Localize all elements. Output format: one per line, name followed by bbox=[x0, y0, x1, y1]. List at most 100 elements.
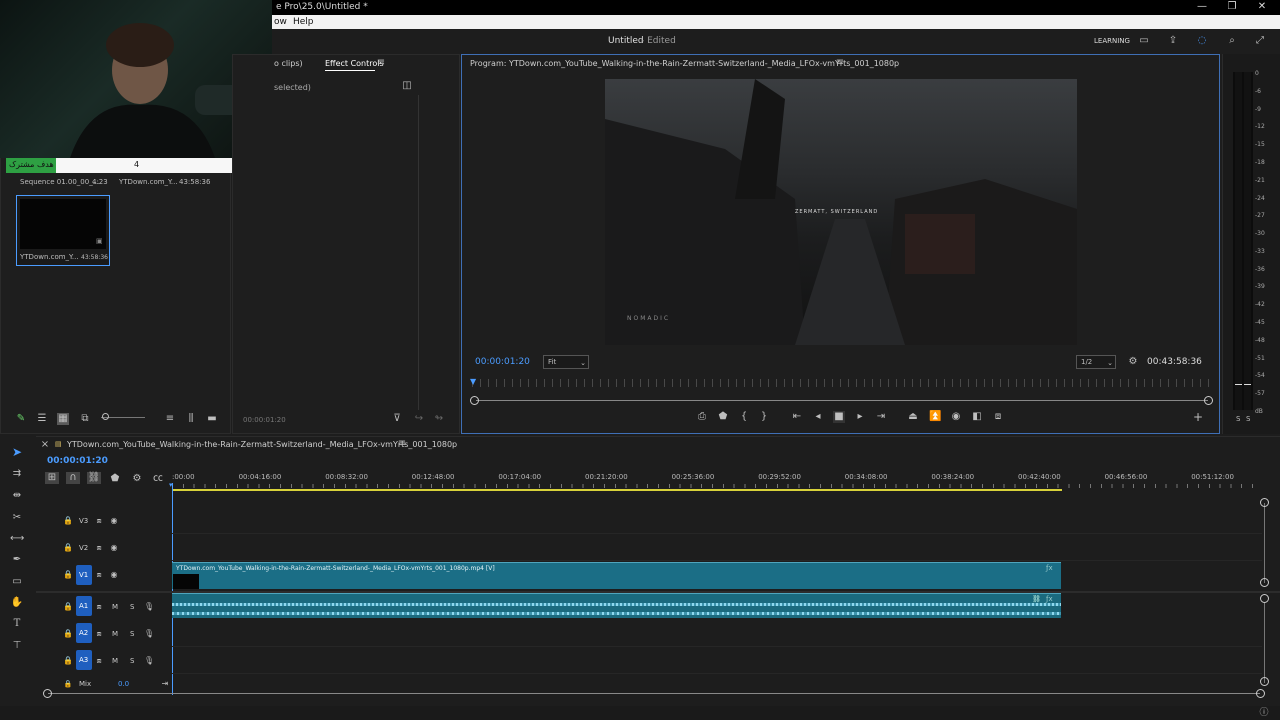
lock-icon[interactable]: 🔒 bbox=[63, 542, 73, 554]
track-a2[interactable] bbox=[172, 620, 1262, 647]
solo-button[interactable]: S bbox=[130, 603, 134, 611]
list-view-icon[interactable]: ☰ bbox=[36, 413, 48, 425]
menu-icon[interactable]: ≡ bbox=[397, 438, 407, 450]
zoom-handle-left[interactable] bbox=[470, 396, 479, 405]
timeline-timecode[interactable]: 00:00:01:20 bbox=[47, 456, 108, 466]
close-tab-icon[interactable]: × bbox=[40, 439, 50, 451]
fit-dropdown[interactable]: Fit ⌄ bbox=[543, 355, 589, 369]
new-bin-icon[interactable]: ▬ bbox=[206, 413, 218, 425]
multicam-icon[interactable]: ⧈ bbox=[992, 411, 1004, 423]
wrench-icon[interactable]: ⚙ bbox=[1127, 356, 1139, 368]
work-area-bar[interactable] bbox=[172, 489, 1062, 491]
export-icon[interactable]: ↪ bbox=[413, 413, 425, 425]
stop-icon[interactable]: ■ bbox=[833, 411, 845, 423]
ripple-edit-tool-icon[interactable]: ⇹ bbox=[10, 490, 24, 502]
panel-export-icon[interactable]: ↬ bbox=[433, 413, 445, 425]
track-target-a2[interactable]: A2 bbox=[76, 623, 92, 643]
track-target-a3[interactable]: A3 bbox=[76, 650, 92, 670]
extract-icon[interactable]: ⏫ bbox=[929, 411, 941, 423]
resolution-dropdown[interactable]: 1/2 ⌄ bbox=[1076, 355, 1116, 369]
microphone-icon[interactable]: 🎙 bbox=[144, 655, 154, 667]
menu-icon[interactable]: ≡ bbox=[376, 57, 386, 69]
pencil-icon[interactable]: ✎ bbox=[15, 413, 27, 425]
track-mix[interactable] bbox=[172, 674, 1262, 689]
zoom-scrollbar[interactable] bbox=[476, 400, 1208, 401]
lock-icon[interactable]: 🔒 bbox=[63, 678, 73, 690]
track-target-v1[interactable]: V1 bbox=[76, 565, 92, 585]
timeline-hscrollbar[interactable] bbox=[48, 693, 1260, 694]
audio-scrollbar[interactable] bbox=[1264, 603, 1265, 683]
info-icon[interactable]: ⓘ bbox=[1258, 707, 1270, 719]
sync-lock-icon[interactable]: ⧈ bbox=[94, 569, 104, 581]
microphone-icon[interactable]: 🎙 bbox=[144, 601, 154, 613]
comparison-view-icon[interactable]: ◧ bbox=[971, 411, 983, 423]
audio-clip[interactable]: ⛓ ƒx bbox=[172, 593, 1061, 618]
track-label-v2[interactable]: V2 bbox=[79, 544, 88, 552]
close-button[interactable]: ✕ bbox=[1256, 1, 1268, 13]
pen-tool-icon[interactable]: ✒ bbox=[10, 554, 24, 566]
search-icon[interactable]: ⌕ bbox=[1226, 35, 1238, 47]
icon-view-icon[interactable]: ▦ bbox=[57, 413, 69, 425]
project-item-name[interactable]: Sequence 01.00_00_... bbox=[20, 178, 99, 186]
selection-tool-icon[interactable]: ➤ bbox=[10, 446, 24, 458]
sort-icon[interactable]: ≡ bbox=[164, 413, 176, 425]
menu-help[interactable]: Help bbox=[293, 15, 314, 29]
audio-scroll-handle-bottom[interactable] bbox=[1260, 677, 1269, 686]
menu-icon[interactable]: ≡ bbox=[835, 57, 845, 69]
go-to-in-icon[interactable]: ⇤ bbox=[791, 411, 803, 423]
linked-selection-icon[interactable]: ⛓ bbox=[87, 472, 101, 484]
video-scroll-handle-top[interactable] bbox=[1260, 498, 1269, 507]
video-scrollbar[interactable] bbox=[1264, 503, 1265, 583]
mute-button[interactable]: M bbox=[112, 630, 118, 638]
track-label-v3[interactable]: V3 bbox=[79, 517, 88, 525]
eye-icon[interactable]: ◉ bbox=[109, 569, 119, 581]
track-a1[interactable]: ⛓ ƒx bbox=[172, 593, 1262, 620]
zoom-slider-handle[interactable] bbox=[102, 413, 109, 420]
progress-icon[interactable]: ◌ bbox=[1196, 35, 1208, 47]
hscroll-handle-right[interactable] bbox=[1256, 689, 1265, 698]
razor-tool-icon[interactable]: ✂ bbox=[10, 512, 24, 524]
audio-scroll-handle-top[interactable] bbox=[1260, 594, 1269, 603]
panel-icon[interactable]: ▭ bbox=[1138, 35, 1150, 47]
export-frame-icon[interactable]: ⎙ bbox=[696, 411, 708, 423]
sync-lock-icon[interactable]: ⧈ bbox=[94, 542, 104, 554]
mark-in-icon[interactable]: { bbox=[738, 411, 750, 423]
lock-icon[interactable]: 🔒 bbox=[63, 569, 73, 581]
freeform-view-icon[interactable]: ⧉ bbox=[79, 413, 91, 425]
program-timecode[interactable]: 00:00:01:20 bbox=[475, 357, 530, 367]
mix-expand-icon[interactable]: ⇥ bbox=[160, 678, 170, 690]
sync-lock-icon[interactable]: ⧈ bbox=[94, 628, 104, 640]
learning-tab[interactable]: LEARNING bbox=[1094, 37, 1130, 45]
add-button-icon[interactable]: + bbox=[1192, 411, 1204, 423]
mute-button[interactable]: M bbox=[112, 603, 118, 611]
snap-icon[interactable]: ∩ bbox=[66, 472, 80, 484]
tab-effect-controls[interactable]: Effect Controls bbox=[325, 59, 384, 68]
track-v3[interactable] bbox=[172, 507, 1262, 534]
nest-icon[interactable]: ⊞ bbox=[45, 472, 59, 484]
lock-icon[interactable]: 🔒 bbox=[63, 628, 73, 640]
step-back-icon[interactable]: ◂ bbox=[812, 411, 824, 423]
marker-icon[interactable]: ⬟ bbox=[717, 411, 729, 423]
hscroll-handle-left[interactable] bbox=[43, 689, 52, 698]
project-thumbnail[interactable]: ▣ YTDown.com_Y... 43:58:36 bbox=[16, 195, 110, 266]
camera-icon[interactable]: ◉ bbox=[950, 411, 962, 423]
type-tool-icon[interactable]: T bbox=[10, 618, 24, 630]
lock-icon[interactable]: 🔒 bbox=[63, 515, 73, 527]
go-to-out-icon[interactable]: ⇥ bbox=[875, 411, 887, 423]
lock-icon[interactable]: 🔒 bbox=[63, 601, 73, 613]
eye-icon[interactable]: ◉ bbox=[109, 542, 119, 554]
step-forward-icon[interactable]: ▸ bbox=[854, 411, 866, 423]
lift-icon[interactable]: ⏏ bbox=[907, 411, 919, 423]
video-clip[interactable]: YTDown.com_YouTube_Walking-in-the-Rain-Z… bbox=[172, 562, 1061, 589]
mark-out-icon[interactable]: } bbox=[758, 411, 770, 423]
solo-left-button[interactable]: S bbox=[1236, 415, 1240, 423]
minimize-button[interactable]: — bbox=[1196, 1, 1208, 13]
filter-icon[interactable]: ⊽ bbox=[391, 413, 403, 425]
share-icon[interactable]: ⇪ bbox=[1167, 35, 1179, 47]
automate-icon[interactable]: ⫼ bbox=[185, 413, 197, 425]
track-target-a1[interactable]: A1 bbox=[76, 596, 92, 616]
caption-tool-icon[interactable]: ⊤ bbox=[10, 640, 24, 652]
zoom-handle-right[interactable] bbox=[1204, 396, 1213, 405]
eye-icon[interactable]: ◉ bbox=[109, 515, 119, 527]
track-v1[interactable]: YTDown.com_YouTube_Walking-in-the-Rain-Z… bbox=[172, 561, 1262, 591]
